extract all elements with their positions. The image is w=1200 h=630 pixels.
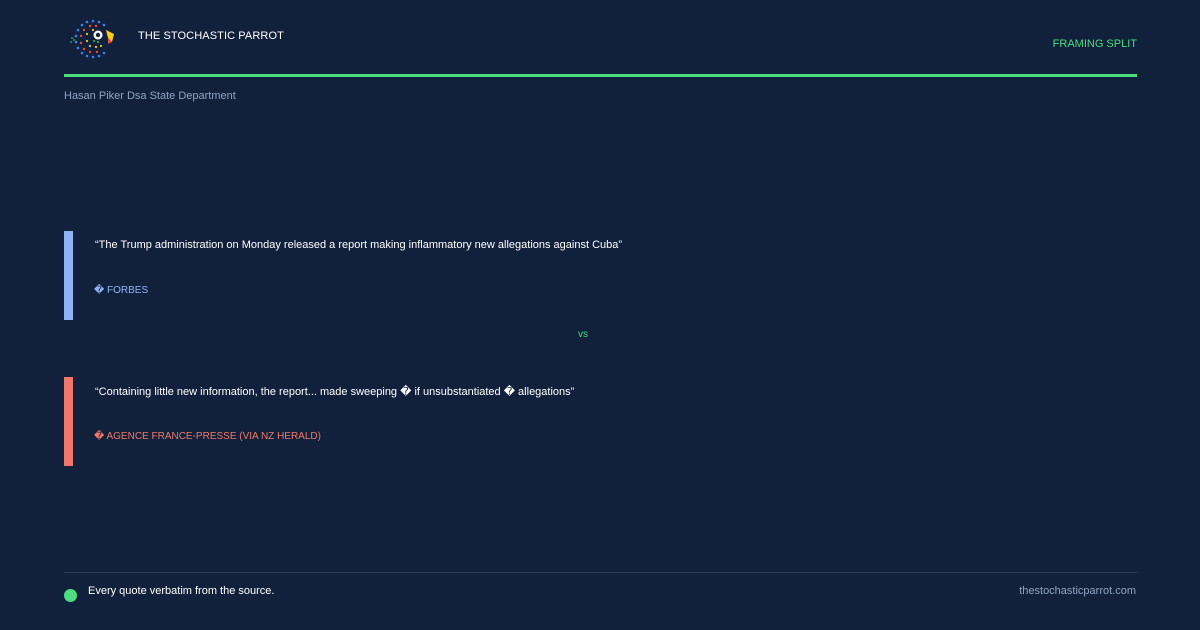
footer-note: Every quote verbatim from the source.: [88, 585, 275, 597]
quote-text: “The Trump administration on Monday rele…: [95, 239, 623, 251]
quote-card-afp: “Containing little new information, the …: [64, 377, 964, 466]
header-divider: [64, 74, 1137, 77]
quote-text: “Containing little new information, the …: [95, 386, 575, 398]
footer-url-link[interactable]: thestochasticparrot.com: [1019, 585, 1136, 597]
footer-divider: [64, 572, 1137, 573]
quote-source[interactable]: � FORBES: [94, 285, 148, 296]
quote-accent-bar: [64, 231, 73, 320]
topic-label: Hasan Piker Dsa State Department: [64, 90, 236, 102]
green-dot-icon: [64, 589, 77, 602]
quote-source[interactable]: � AGENCE FRANCE-PRESSE (VIA NZ HERALD): [94, 431, 321, 442]
brand-name[interactable]: THE STOCHASTIC PARROT: [138, 30, 284, 42]
site-header: THE STOCHASTIC PARROT FRAMING SPLIT: [64, 16, 1137, 62]
quote-card-forbes: “The Trump administration on Monday rele…: [64, 231, 964, 320]
vs-label: vs: [578, 329, 588, 340]
section-label: FRAMING SPLIT: [1052, 38, 1137, 50]
quote-accent-bar: [64, 377, 73, 466]
parrot-logo-icon[interactable]: [68, 16, 118, 62]
